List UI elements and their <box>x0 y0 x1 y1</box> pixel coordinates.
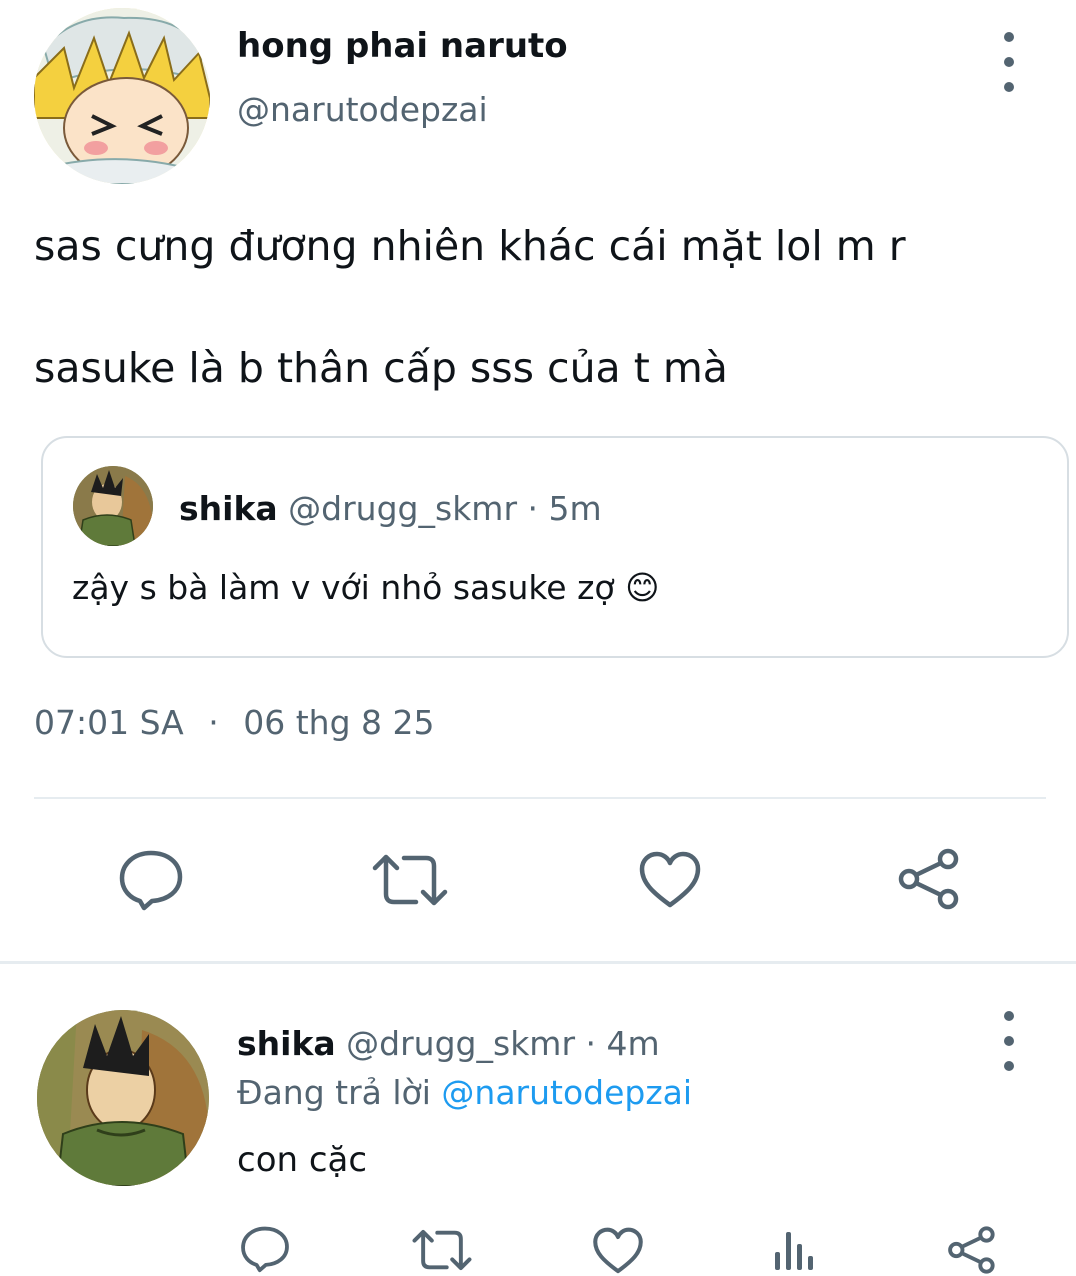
quoted-tweet-text: zậy s bà làm v với nhỏ sasuke zợ <box>72 568 615 607</box>
smiling-face-emoji: 😊 <box>625 568 660 607</box>
tweet-date: 06 thg 8 25 <box>243 703 435 742</box>
reply-separator: · <box>585 1024 597 1063</box>
reply-share-icon[interactable] <box>946 1226 996 1274</box>
section-divider <box>0 961 1076 964</box>
action-bar-divider <box>34 797 1046 799</box>
tweet-time: 07:01 SA <box>34 703 184 742</box>
tweet-text-line-1: sas cưng đương nhiên khác cái mặt lol m … <box>34 222 906 270</box>
reply-icon[interactable] <box>118 848 184 912</box>
quoted-author-handle[interactable]: @drugg_skmr <box>288 489 517 528</box>
quoted-time: 5m <box>548 489 602 528</box>
like-icon[interactable] <box>638 850 702 908</box>
reply-retweet-icon[interactable] <box>412 1228 472 1272</box>
timestamp-separator: · <box>208 703 219 742</box>
quoted-tweet-card[interactable]: shika @drugg_skmr · 5m zậy s bà làm v vớ… <box>41 436 1069 658</box>
reply-like-icon[interactable] <box>592 1226 644 1274</box>
reply-author-name[interactable]: shika <box>237 1024 336 1063</box>
retweet-icon[interactable] <box>372 852 448 908</box>
reply-more-options-icon[interactable] <box>999 1011 1019 1071</box>
share-icon[interactable] <box>896 848 960 910</box>
reply-author-handle[interactable]: @drugg_skmr <box>346 1024 575 1063</box>
views-icon[interactable] <box>772 1228 816 1272</box>
reply-time: 4m <box>606 1024 660 1063</box>
author-handle[interactable]: @narutodepzai <box>237 90 488 130</box>
quoted-author-name[interactable]: shika <box>179 489 278 528</box>
more-options-icon[interactable] <box>999 32 1019 92</box>
reply-text: con cặc <box>237 1140 368 1180</box>
shikamaru-avatar[interactable] <box>37 1010 209 1186</box>
quoted-separator: · <box>527 489 539 528</box>
replying-to-handle[interactable]: @narutodepzai <box>441 1073 692 1112</box>
replying-to-label: Đang trả lời <box>237 1073 431 1112</box>
author-display-name[interactable]: hong phai naruto <box>237 26 568 66</box>
reply-reply-icon[interactable] <box>240 1224 290 1274</box>
naruto-avatar[interactable] <box>34 8 210 184</box>
shikamaru-avatar[interactable] <box>73 466 153 546</box>
tweet-text-line-2: sasuke là b thân cấp sss của t mà <box>34 344 728 392</box>
